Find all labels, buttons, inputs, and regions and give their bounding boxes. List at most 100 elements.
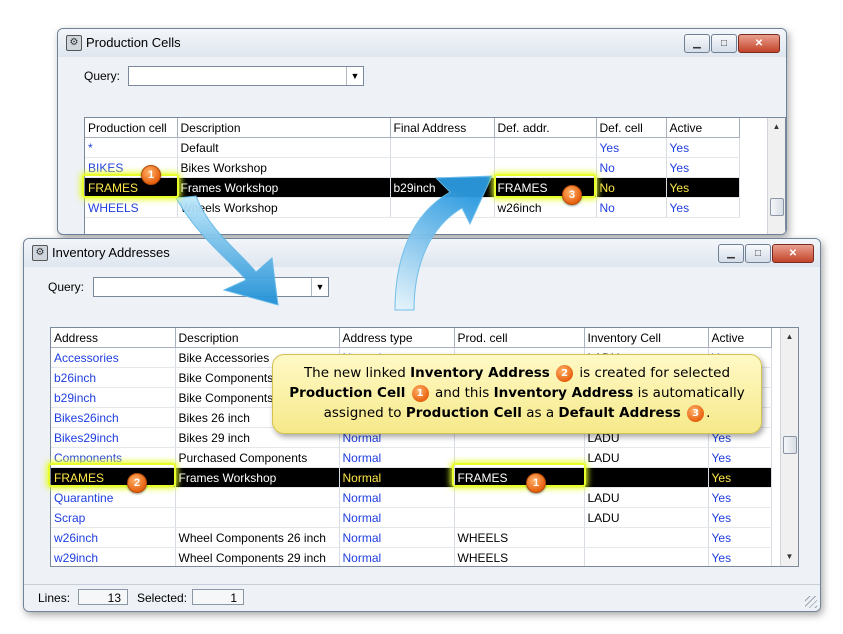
cell-inventory-cell	[584, 527, 709, 548]
column-header[interactable]: Final Address	[390, 118, 495, 138]
grid-header: Address Description Address type Prod. c…	[51, 328, 772, 348]
cell-description: Wheel Components 29 inch	[175, 547, 340, 566]
cell-address: Bikes29inch	[51, 427, 176, 448]
cell-code: *	[85, 137, 178, 158]
table-row[interactable]: w29inch Wheel Components 29 inch Normal WHE…	[51, 547, 772, 566]
column-header[interactable]: Def. cell	[596, 118, 667, 138]
callout-bold: Production Cell	[405, 405, 522, 421]
cell-address-type: Normal	[339, 527, 455, 548]
maximize-button[interactable]: □	[711, 34, 737, 53]
column-header[interactable]: Active	[708, 328, 772, 348]
column-header[interactable]: Address type	[339, 328, 455, 348]
column-header[interactable]: Active	[666, 118, 740, 138]
resize-grip-icon[interactable]	[805, 596, 817, 608]
selected-label: Selected:	[137, 591, 188, 605]
cell-description: Frames Workshop	[175, 467, 340, 488]
close-button[interactable]: ✕	[738, 34, 780, 53]
cell-address-type: Normal	[339, 507, 455, 528]
lines-count: 13	[78, 589, 128, 605]
callout-text: is created for selected	[575, 365, 731, 381]
cell-address: b29inch	[51, 387, 176, 408]
cell-def-addr: w26inch	[494, 197, 597, 218]
column-header[interactable]: Description	[177, 118, 391, 138]
column-header[interactable]: Def. addr.	[494, 118, 597, 138]
table-row[interactable]: Scrap Normal LADU Yes	[51, 507, 772, 528]
table-row[interactable]: Components Purchased Components Normal LADU…	[51, 447, 772, 468]
table-row[interactable]: BIKES Bikes Workshop No Yes	[85, 157, 740, 178]
maximize-button[interactable]: □	[745, 244, 771, 263]
minimize-button[interactable]: ▁	[718, 244, 744, 263]
cell-address-type: Normal	[339, 447, 455, 468]
cell-def-cell: Yes	[596, 137, 667, 158]
scroll-up-icon[interactable]: ▲	[781, 329, 798, 345]
table-row[interactable]: WHEELS Wheels Workshop w26inch No Yes	[85, 197, 740, 218]
query-dropdown[interactable]: ▼	[93, 277, 329, 297]
title-bar: ⚙ Production Cells ▁ □ ✕	[58, 29, 786, 57]
cell-inventory-cell: LADU	[584, 507, 709, 528]
scroll-up-icon[interactable]: ▲	[768, 119, 785, 135]
cell-prod-cell	[454, 447, 585, 468]
grid-header: Production cell Description Final Addres…	[85, 118, 740, 138]
cell-address: w26inch	[51, 527, 176, 548]
query-label: Query:	[48, 280, 85, 294]
chevron-down-icon[interactable]: ▼	[311, 278, 328, 296]
cell-active: Yes	[708, 447, 772, 468]
table-row[interactable]: Quarantine Normal LADU Yes	[51, 487, 772, 508]
cell-def-cell: No	[596, 177, 667, 198]
badge-number: 3	[687, 404, 705, 422]
minimize-button[interactable]: ▁	[684, 34, 710, 53]
badge-number: 1	[411, 384, 429, 402]
table-row[interactable]: w26inch Wheel Components 26 inch Normal WHE…	[51, 527, 772, 548]
cell-active: Yes	[666, 137, 740, 158]
selected-table-row[interactable]: FRAMES Frames Workshop Normal FRAMES Yes	[51, 467, 772, 488]
column-header[interactable]: Prod. cell	[454, 328, 585, 348]
cell-description: Wheels Workshop	[177, 197, 391, 218]
cell-def-cell: No	[596, 157, 667, 178]
column-header[interactable]: Address	[51, 328, 176, 348]
cell-address: Bikes26inch	[51, 407, 176, 428]
callout-bold: Inventory Address	[410, 365, 550, 381]
callout-text: and this	[430, 385, 494, 401]
badge-number: 3	[562, 185, 582, 205]
cell-description: Frames Workshop	[177, 177, 391, 198]
selected-table-row[interactable]: FRAMES Frames Workshop b29inch FRAMES No…	[85, 177, 740, 198]
window-title: Inventory Addresses	[52, 245, 170, 260]
cell-active: Yes	[708, 547, 772, 566]
cell-active: Yes	[708, 467, 772, 488]
cell-description: Purchased Components	[175, 447, 340, 468]
cell-inventory-cell	[584, 467, 709, 488]
title-bar: ⚙ Inventory Addresses ▁ □ ✕	[24, 239, 820, 267]
vertical-scrollbar[interactable]: ▲ ▼	[780, 328, 798, 566]
cell-description: Default	[177, 137, 391, 158]
column-header[interactable]: Production cell	[85, 118, 178, 138]
scroll-thumb[interactable]	[770, 198, 784, 216]
table-row[interactable]: * Default Yes Yes	[85, 137, 740, 158]
cell-address: Quarantine	[51, 487, 176, 508]
callout-bold: Inventory Address	[493, 385, 634, 401]
cell-address: Components	[51, 447, 176, 468]
column-header[interactable]: Description	[175, 328, 340, 348]
selected-count: 1	[192, 589, 244, 605]
cell-prod-cell: FRAMES	[454, 467, 585, 488]
cell-address-type: Normal	[339, 467, 455, 488]
cell-active: Yes	[708, 507, 772, 528]
query-dropdown[interactable]: ▼	[128, 66, 364, 86]
cell-final-address	[390, 157, 495, 178]
scroll-thumb[interactable]	[783, 436, 797, 454]
explanation-callout: The new linked Inventory Address 2 is cr…	[272, 354, 762, 434]
cell-def-addr	[494, 157, 597, 178]
chevron-down-icon[interactable]: ▼	[346, 67, 363, 85]
cell-code: WHEELS	[85, 197, 178, 218]
cell-code: BIKES	[85, 157, 178, 178]
vertical-scrollbar[interactable]: ▲	[767, 118, 785, 234]
callout-text: .	[706, 405, 711, 421]
cell-active: Yes	[708, 487, 772, 508]
close-button[interactable]: ✕	[772, 244, 814, 263]
cell-inventory-cell: LADU	[584, 487, 709, 508]
callout-text: The new linked	[303, 365, 411, 381]
cell-prod-cell: WHEELS	[454, 527, 585, 548]
badge-number: 2	[556, 364, 574, 382]
column-header[interactable]: Inventory Cell	[584, 328, 709, 348]
badge-number: 1	[141, 165, 161, 185]
scroll-down-icon[interactable]: ▼	[781, 549, 798, 565]
